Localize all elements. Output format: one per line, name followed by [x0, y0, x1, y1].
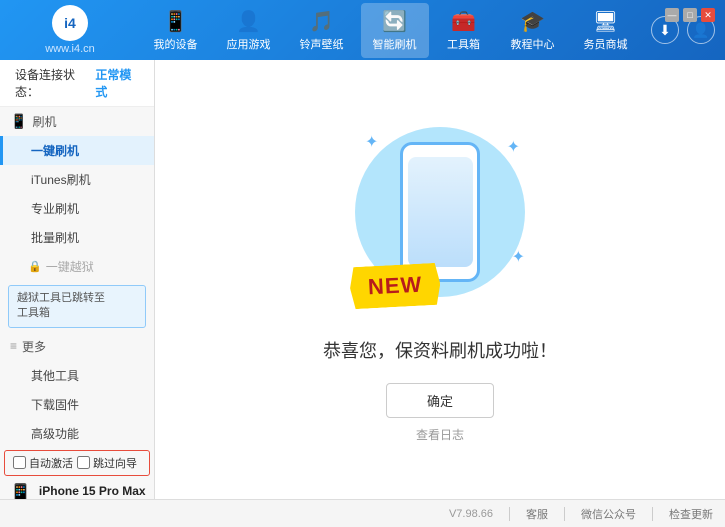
sidebar-item-one-click-flash[interactable]: 一键刷机	[0, 136, 154, 165]
version-label: V7.98.66	[449, 508, 493, 520]
minimize-button[interactable]: —	[665, 8, 679, 22]
nav-my-device-icon: 📱	[163, 9, 188, 34]
nav-app-games[interactable]: 👤 应用游戏	[215, 3, 283, 58]
footer-divider-1	[509, 507, 510, 521]
logo-area: i4 www.i4.cn	[10, 5, 130, 55]
nav-app-games-label: 应用游戏	[227, 36, 271, 52]
nav-toolbox[interactable]: 🧰 工具箱	[434, 3, 494, 58]
sidebar-item-batch-flash-label: 批量刷机	[31, 231, 79, 245]
phone-illustration: NEW ✦ ✦ ✦	[350, 117, 530, 317]
nav-tutorials-icon: 🎓	[520, 9, 545, 34]
footer-link-wechat[interactable]: 微信公众号	[581, 506, 636, 522]
notice-text: 越狱工具已跳转至工具箱	[17, 292, 105, 319]
success-area: NEW ✦ ✦ ✦ 恭喜您，保资料刷机成功啦！ 确定 查看日志	[155, 60, 725, 499]
sidebar-item-jailbreak-label: 一键越狱	[46, 258, 94, 275]
nav-ringtones-icon: 🎵	[309, 9, 334, 34]
flash-section-label: 刷机	[32, 113, 56, 130]
maximize-button[interactable]: □	[683, 8, 697, 22]
status-prefix: 设备连接状态：	[15, 66, 91, 100]
auto-activate-label: 自动激活	[29, 455, 73, 471]
sidebar-item-advanced-label: 高级功能	[31, 427, 79, 441]
logo-icon: i4	[52, 5, 88, 41]
sidebar: 设备连接状态： 正常模式 📱 刷机 一键刷机 iTunes刷机 专业刷机 批量刷…	[0, 60, 155, 499]
sidebar-item-pro-flash-label: 专业刷机	[31, 202, 79, 216]
flash-section-icon: 📱	[10, 113, 27, 130]
nav-tutorials-label: 教程中心	[511, 36, 555, 52]
sidebar-item-download-firmware-label: 下载固件	[31, 398, 79, 412]
guided-activate-checkbox[interactable]	[77, 456, 90, 469]
lock-icon: 🔒	[28, 260, 42, 273]
footer-divider-3	[652, 507, 653, 521]
phone-body	[400, 142, 480, 282]
device-name: iPhone 15 Pro Max	[39, 482, 146, 499]
nav-smart-flash-label: 智能刷机	[373, 36, 417, 52]
sparkle-icon-1: ✦	[365, 132, 378, 152]
sparkle-icon-2: ✦	[507, 137, 520, 157]
footer-link-support[interactable]: 客服	[526, 506, 548, 522]
flash-section-header[interactable]: 📱 刷机	[0, 107, 154, 136]
new-badge: NEW	[349, 262, 441, 309]
sidebar-item-download-firmware[interactable]: 下载固件	[0, 390, 154, 419]
footer-link-update[interactable]: 检查更新	[669, 506, 713, 522]
more-section-label: 更多	[22, 338, 46, 355]
window-controls: — □ ✕	[665, 8, 715, 22]
device-info: 📱 iPhone 15 Pro Max 512GB iPhone	[0, 478, 154, 499]
footer-right: V7.98.66 客服 微信公众号 检查更新	[449, 506, 713, 522]
footer: V7.98.66 客服 微信公众号 检查更新	[0, 499, 725, 527]
nav-my-device[interactable]: 📱 我的设备	[142, 3, 210, 58]
device-phone-icon: 📱	[8, 482, 33, 499]
nav-app-games-icon: 👤	[236, 9, 261, 34]
nav-services[interactable]: 🖥 务员商城	[572, 3, 640, 58]
phone-screen	[408, 157, 473, 267]
auto-activate-checkbox-label[interactable]: 自动激活	[13, 455, 73, 471]
nav-my-device-label: 我的设备	[154, 36, 198, 52]
logo-subtitle: www.i4.cn	[45, 43, 95, 55]
nav-services-label: 务员商城	[584, 36, 628, 52]
nav-services-icon: 🖥	[593, 9, 618, 34]
sidebar-item-other-tools[interactable]: 其他工具	[0, 361, 154, 390]
jailbreak-notice: 越狱工具已跳转至工具箱	[8, 285, 146, 328]
content-area: NEW ✦ ✦ ✦ 恭喜您，保资料刷机成功啦！ 确定 查看日志	[155, 60, 725, 499]
nav-items: 📱 我的设备 👤 应用游戏 🎵 铃声壁纸 🔄 智能刷机 🧰 工具箱 🎓	[130, 3, 651, 58]
sidebar-item-batch-flash[interactable]: 批量刷机	[0, 223, 154, 252]
view-log-link[interactable]: 查看日志	[416, 426, 464, 443]
success-message: 恭喜您，保资料刷机成功啦！	[323, 337, 557, 363]
top-navigation: i4 www.i4.cn 📱 我的设备 👤 应用游戏 🎵 铃声壁纸 🔄 智能刷机…	[0, 0, 725, 60]
main-layout: 设备连接状态： 正常模式 📱 刷机 一键刷机 iTunes刷机 专业刷机 批量刷…	[0, 60, 725, 499]
nav-toolbox-icon: 🧰	[451, 9, 476, 34]
sidebar-item-other-tools-label: 其他工具	[31, 369, 79, 383]
nav-smart-flash-icon: 🔄	[382, 9, 407, 34]
auto-activate-checkbox[interactable]	[13, 456, 26, 469]
more-section-header: ≡ 更多	[0, 332, 154, 361]
sidebar-item-itunes-flash-label: iTunes刷机	[31, 173, 91, 187]
sidebar-item-pro-flash[interactable]: 专业刷机	[0, 194, 154, 223]
nav-toolbox-label: 工具箱	[447, 36, 480, 52]
sidebar-item-itunes-flash[interactable]: iTunes刷机	[0, 165, 154, 194]
sparkle-icon-3: ✦	[512, 247, 525, 267]
close-button[interactable]: ✕	[701, 8, 715, 22]
status-bar: 设备连接状态： 正常模式	[0, 60, 154, 107]
sidebar-item-jailbreak-disabled: 🔒 一键越狱	[0, 252, 154, 281]
guided-activate-label: 跳过向导	[93, 455, 137, 471]
status-value: 正常模式	[95, 66, 139, 100]
guided-activate-checkbox-label[interactable]: 跳过向导	[77, 455, 137, 471]
nav-ringtones[interactable]: 🎵 铃声壁纸	[288, 3, 356, 58]
auto-activate-row: 自动激活 跳过向导	[4, 450, 150, 476]
nav-smart-flash[interactable]: 🔄 智能刷机	[361, 3, 429, 58]
device-details: iPhone 15 Pro Max 512GB iPhone	[39, 482, 146, 499]
sidebar-item-advanced[interactable]: 高级功能	[0, 419, 154, 448]
sidebar-item-one-click-flash-label: 一键刷机	[31, 144, 79, 158]
footer-divider-2	[564, 507, 565, 521]
nav-tutorials[interactable]: 🎓 教程中心	[499, 3, 567, 58]
more-section-icon: ≡	[10, 339, 17, 353]
nav-ringtones-label: 铃声壁纸	[300, 36, 344, 52]
confirm-button[interactable]: 确定	[386, 383, 494, 418]
